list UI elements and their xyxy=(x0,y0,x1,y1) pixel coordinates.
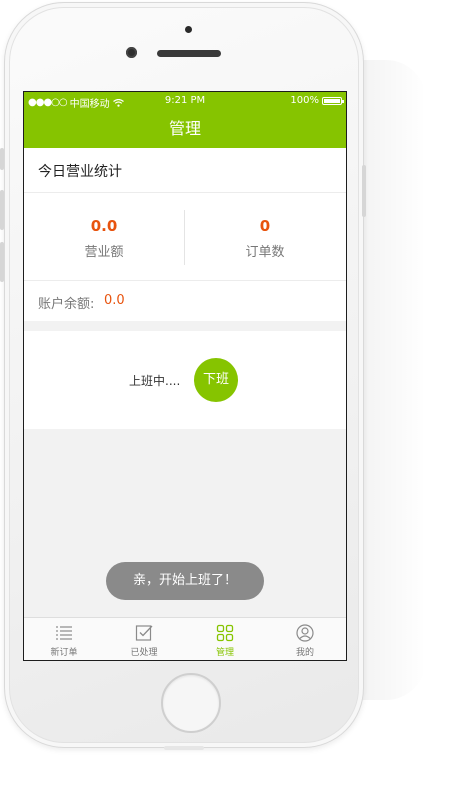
checkbox-icon xyxy=(135,625,153,641)
section-title: 今日营业统计 xyxy=(38,164,122,180)
orders-value: 0 xyxy=(259,217,271,235)
mute-switch xyxy=(0,148,4,170)
tab-processed[interactable]: 已处理 xyxy=(104,618,184,660)
battery-percent: 100% xyxy=(290,95,319,106)
tab-new-orders-label: 新订单 xyxy=(50,648,78,658)
phone-shadow xyxy=(356,60,426,700)
volume-down-button xyxy=(0,242,4,282)
nav-title: 管理 xyxy=(24,110,346,148)
status-bar: ●●●○○ 中国移动 9:21 PM 100% xyxy=(24,92,346,110)
stat-revenue: 0.0 营业额 xyxy=(24,193,184,280)
work-status-panel: 上班中.... 下班 xyxy=(24,331,346,429)
app-screen: ●●●○○ 中国移动 9:21 PM 100% 管理 今日营业统计 0.0 营业… xyxy=(23,91,347,661)
account-balance-row: 账户余额: 0.0 xyxy=(24,281,346,321)
work-status-text: 上班中.... xyxy=(129,374,181,388)
stat-orders: 0 订单数 xyxy=(185,193,345,280)
toast-message: 亲，开始上班了！ xyxy=(106,562,264,600)
power-button xyxy=(362,165,366,217)
tab-new-orders[interactable]: 新订单 xyxy=(24,618,104,660)
user-icon xyxy=(296,624,314,642)
tab-bar: 新订单 已处理 管理 我的 xyxy=(24,617,346,660)
home-button[interactable] xyxy=(161,673,221,733)
section-header: 今日营业统计 xyxy=(24,148,346,193)
orders-label: 订单数 xyxy=(245,245,285,260)
revenue-label: 营业额 xyxy=(84,245,124,260)
clock-off-button[interactable]: 下班 xyxy=(194,358,238,402)
battery-icon xyxy=(322,96,344,105)
earpiece-speaker xyxy=(157,50,221,57)
stats-panel: 0.0 营业额 0 订单数 xyxy=(24,193,346,281)
balance-value: 0.0 xyxy=(104,293,125,308)
tab-management[interactable]: 管理 xyxy=(185,618,265,660)
volume-up-button xyxy=(0,190,4,230)
proximity-sensor xyxy=(185,26,192,33)
lightning-port xyxy=(164,746,204,750)
tab-profile[interactable]: 我的 xyxy=(265,618,345,660)
tab-management-label: 管理 xyxy=(215,648,234,658)
revenue-value: 0.0 xyxy=(90,217,118,235)
tab-processed-label: 已处理 xyxy=(130,648,158,658)
grid-icon xyxy=(216,624,234,642)
tab-profile-label: 我的 xyxy=(295,648,314,658)
balance-label: 账户余额: xyxy=(38,297,95,312)
front-camera xyxy=(126,47,137,58)
list-icon xyxy=(56,626,72,640)
